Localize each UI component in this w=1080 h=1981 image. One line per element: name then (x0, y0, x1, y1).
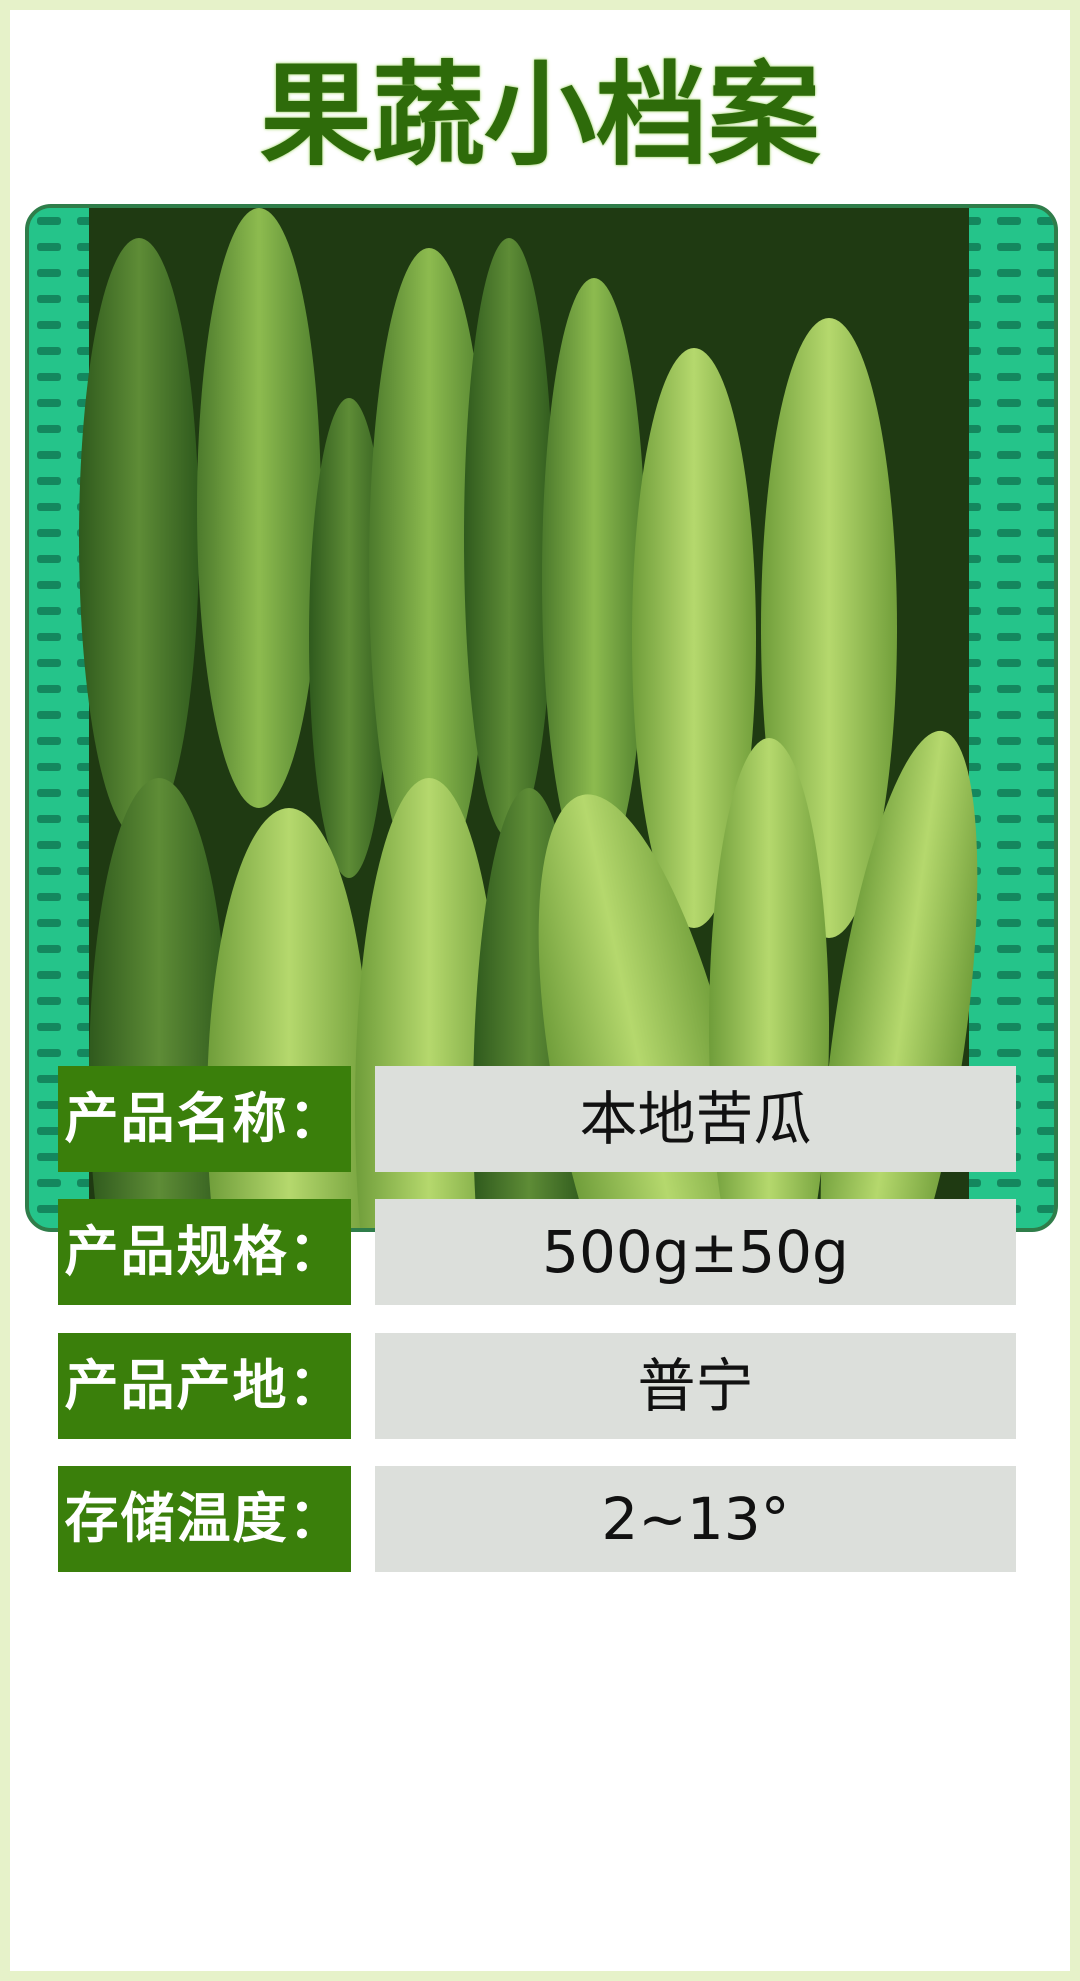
info-label: 存储温度： (58, 1466, 351, 1572)
page-title: 果蔬小档案 (260, 51, 820, 181)
info-value: 500g±50g (375, 1199, 1016, 1305)
info-row-storage: 存储温度： 2~13° (58, 1466, 1020, 1572)
info-label: 产品名称： (58, 1066, 351, 1172)
info-label: 产品产地： (58, 1333, 351, 1439)
info-row-name: 产品名称： 本地苦瓜 (58, 1066, 1020, 1172)
info-label: 产品规格： (58, 1199, 351, 1305)
info-value: 2~13° (375, 1466, 1016, 1572)
info-row-spec: 产品规格： 500g±50g (58, 1199, 1020, 1305)
info-value: 普宁 (375, 1333, 1016, 1439)
info-value: 本地苦瓜 (375, 1066, 1016, 1172)
info-row-origin: 产品产地： 普宁 (58, 1333, 1020, 1439)
product-card: 果蔬小档案 产品名称： 本地苦瓜 产品规格： 500g±50g 产品产地： 普宁… (10, 10, 1070, 1971)
